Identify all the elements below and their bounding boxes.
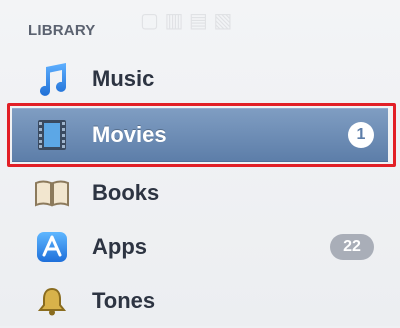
background-toolbar-ghost: ▢ ▥ ▤ ▧: [140, 10, 233, 32]
count-badge: 1: [348, 122, 374, 148]
sidebar-item-label: Tones: [92, 288, 156, 313]
app-store-icon: [32, 227, 72, 267]
sidebar-item-label: Movies: [92, 122, 167, 147]
music-note-icon: [32, 59, 72, 99]
sidebar-item-books[interactable]: Books: [12, 166, 388, 220]
film-icon: [32, 115, 72, 155]
book-icon: [32, 173, 72, 213]
sidebar-item-label: Books: [92, 180, 160, 205]
count-badge: 22: [330, 234, 374, 260]
sidebar-item-label: Apps: [92, 234, 147, 259]
sidebar-item-music[interactable]: Music: [12, 52, 388, 106]
sidebar-item-tones[interactable]: Tones: [12, 274, 388, 328]
sidebar-item-label: Music: [92, 66, 155, 91]
bell-icon: [32, 281, 72, 321]
section-title: LIBRARY: [28, 22, 96, 39]
library-sidebar: ▢ ▥ ▤ ▧ LIBRARY Music Movies 1 Books App…: [0, 0, 400, 326]
sidebar-item-apps[interactable]: Apps 22: [12, 220, 388, 274]
sidebar-item-movies[interactable]: Movies 1: [12, 108, 388, 162]
